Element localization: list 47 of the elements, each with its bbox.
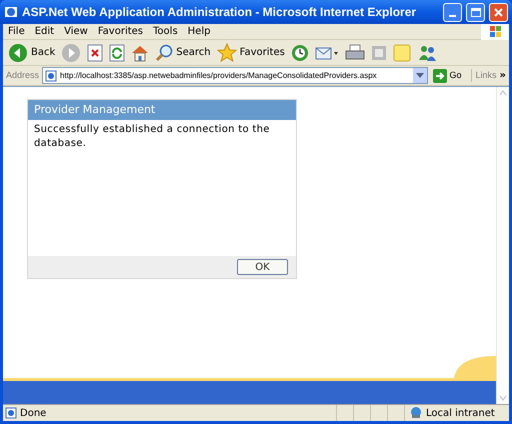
more-chevron[interactable]: » <box>500 68 506 83</box>
menu-item[interactable]: Help <box>182 24 216 39</box>
windows-flag-icon <box>481 24 509 40</box>
stop-icon <box>87 44 104 62</box>
menu-item[interactable]: Favorites <box>92 24 148 39</box>
toolbar-icon-button[interactable] <box>108 44 126 62</box>
page-icon <box>370 44 387 60</box>
ok-button[interactable]: OK <box>237 259 288 275</box>
people-icon <box>416 44 437 62</box>
browser-icon <box>4 5 18 19</box>
toolbar-icon-button[interactable] <box>290 44 310 62</box>
window-title: ASP.Net Web Application Administration - Microsoft Internet Explorer <box>22 4 418 21</box>
toolbar-icon-button[interactable] <box>344 44 366 62</box>
dropdown-arrow-icon <box>416 73 424 78</box>
clock-icon <box>290 44 309 62</box>
magnifier-icon <box>155 44 174 62</box>
menu-item[interactable]: Edit <box>30 24 60 39</box>
page-icon <box>45 70 58 82</box>
curved-corner-drawing <box>454 356 496 378</box>
go-button[interactable]: Go <box>430 68 464 82</box>
panel-message: Successfully established a connection to the database. <box>33 123 271 151</box>
note-icon <box>392 44 411 62</box>
menu-item[interactable]: File <box>3 24 30 39</box>
menu-item[interactable]: Tools <box>148 24 183 39</box>
maximize-button[interactable] <box>466 2 485 22</box>
toolbar-button[interactable]: Favorites <box>216 43 286 62</box>
menu-item[interactable]: View <box>59 24 93 39</box>
zone-label: Local intranet <box>426 406 495 420</box>
address-label: Address <box>6 68 40 82</box>
printer-icon <box>344 44 365 62</box>
close-icon <box>494 8 503 16</box>
globe-computer-icon <box>409 407 423 419</box>
page-icon <box>5 407 17 419</box>
refresh-icon <box>109 44 126 62</box>
scrollbar[interactable] <box>496 87 509 404</box>
toolbar-icon-button[interactable] <box>86 44 104 62</box>
address-field[interactable]: http://localhost:3385/asp.netwebadminfiles/providers/ManageConsolidatedProviders.aspx <box>42 67 428 84</box>
arrow-icon <box>432 68 446 82</box>
toolbar-icon-button[interactable] <box>130 44 150 62</box>
toolbar-button[interactable]: Back <box>7 42 56 62</box>
status-text: Done <box>19 406 48 420</box>
toolbar-button[interactable]: Search <box>154 44 212 62</box>
panel-title: Provider Management <box>28 100 296 120</box>
close-button[interactable] <box>489 2 508 22</box>
star-icon <box>216 43 237 62</box>
minimize-button[interactable] <box>443 2 462 22</box>
house-icon <box>131 44 150 62</box>
